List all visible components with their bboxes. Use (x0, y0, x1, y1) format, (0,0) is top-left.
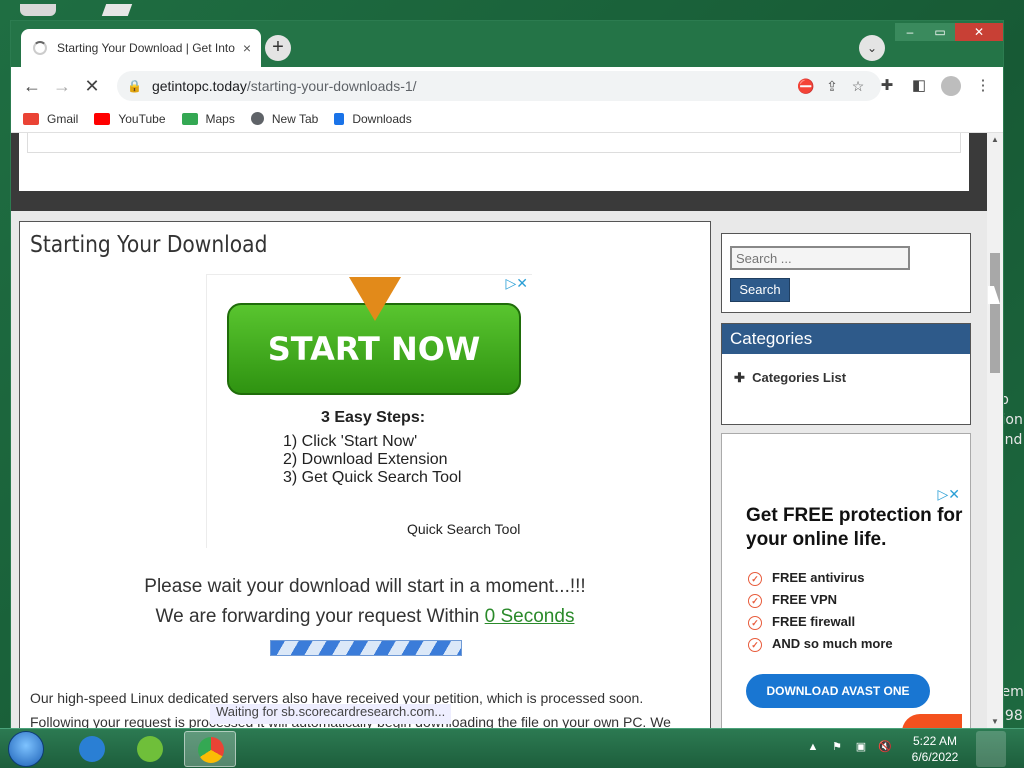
menu-icon[interactable]: ⋮ (967, 71, 999, 101)
step-item: 2) Download Extension (283, 451, 448, 468)
page-viewport: Starting Your Download ▷✕ START NOW 3 Ea… (11, 133, 987, 729)
taskbar-media-player[interactable] (124, 731, 176, 767)
check-icon: ✓ (748, 594, 762, 608)
ad-choices-icon[interactable]: ▷✕ (938, 486, 961, 503)
taskbar: ▲ ⚑ ▣ 🔇 5:22 AM 6/6/2022 (0, 728, 1024, 768)
show-hidden-icons-icon[interactable]: ▲ (804, 739, 822, 755)
page-scrollbar[interactable]: ▲ ▼ (987, 133, 1003, 729)
profile-avatar[interactable] (941, 76, 961, 96)
maximize-button[interactable]: ▭ (925, 23, 955, 41)
step-item: 3) Get Quick Search Tool (283, 469, 462, 486)
internet-explorer-icon (79, 736, 105, 762)
address-bar[interactable]: 🔒 getintopc.today/starting-your-download… (117, 71, 881, 101)
main-content: Starting Your Download ▷✕ START NOW 3 Ea… (19, 221, 711, 729)
minimize-button[interactable]: ‒ (895, 23, 925, 41)
maps-icon (181, 112, 198, 125)
back-button[interactable]: ← (17, 71, 47, 101)
stop-loading-button[interactable]: ✕ (77, 71, 107, 101)
steps-title: 3 Easy Steps: (321, 409, 426, 426)
status-bar: Waiting for sb.scorecardresearch.com... (210, 704, 452, 724)
tab-starting-download[interactable]: Starting Your Download | Get Into × (21, 29, 261, 67)
feature-item: ✓ FREE firewall (748, 614, 855, 630)
feature-item: ✓ FREE antivirus (748, 570, 864, 586)
side-panel-icon[interactable]: ◧ (903, 71, 935, 101)
scroll-up-arrow-icon[interactable]: ▲ (987, 133, 1003, 147)
network-icon[interactable]: ▣ (852, 739, 870, 755)
bookmark-gmail[interactable]: Gmail (23, 112, 78, 126)
taskbar-chrome[interactable] (184, 731, 236, 767)
page-title: Starting Your Download (30, 232, 268, 258)
header-inner (27, 133, 961, 153)
bookmark-youtube[interactable]: YouTube (94, 112, 166, 126)
categories-list-toggle[interactable]: ✚ Categories List (734, 370, 846, 386)
url-text[interactable]: getintopc.today/starting-your-downloads-… (152, 78, 793, 94)
feature-item: ✓ AND so much more (748, 636, 893, 652)
tab-search-button[interactable]: ⌄ (859, 35, 885, 61)
browser-toolbar: ← → ✕ 🔒 getintopc.today/starting-your-do… (11, 67, 1003, 105)
download-icon (334, 112, 345, 125)
check-icon: ✓ (748, 616, 762, 630)
forward-button[interactable]: → (47, 71, 77, 101)
scroll-down-arrow-icon[interactable]: ▼ (987, 715, 1003, 729)
action-center-icon[interactable]: ⚑ (828, 739, 846, 755)
download-progress-bar (270, 640, 462, 656)
chrome-icon (198, 737, 224, 763)
bookmark-new-tab[interactable]: New Tab (250, 112, 318, 126)
close-window-button[interactable]: ✕ (955, 23, 1003, 41)
globe-icon (250, 112, 264, 125)
system-tray: ▲ ⚑ ▣ 🔇 (804, 739, 900, 755)
check-icon: ✓ (748, 638, 762, 652)
bookmark-maps[interactable]: Maps (181, 112, 235, 126)
toolbar-actions: ✚ ◧ ⋮ (871, 71, 999, 101)
youtube-icon (94, 112, 111, 125)
categories-widget: Categories ✚ Categories List (721, 323, 971, 425)
ad-footer-text: Quick Search Tool (407, 521, 521, 537)
scroll-thumb[interactable] (990, 253, 1000, 373)
new-tab-button[interactable]: + (265, 35, 291, 61)
categories-heading: Categories (722, 324, 970, 354)
share-icon[interactable]: ⇪ (819, 78, 845, 95)
feature-item: ✓ FREE VPN (748, 592, 837, 608)
lock-icon[interactable]: 🔒 (127, 79, 142, 93)
volume-muted-icon[interactable]: 🔇 (876, 739, 894, 755)
close-tab-icon[interactable]: × (243, 40, 251, 56)
tab-title: Starting Your Download | Get Into (57, 41, 235, 55)
desktop-shortcut-icon[interactable] (101, 4, 133, 16)
taskbar-internet-explorer[interactable] (66, 731, 118, 767)
search-widget: Search (721, 233, 971, 313)
browser-titlebar: Starting Your Download | Get Into × + ⌄ … (11, 21, 1003, 67)
mouse-cursor-icon (988, 286, 1000, 304)
arrow-down-icon (349, 277, 401, 321)
recycle-bin-icon[interactable] (20, 4, 56, 16)
extensions-icon[interactable]: ✚ (871, 71, 903, 101)
header-box (19, 133, 969, 191)
browser-window: Starting Your Download | Get Into × + ⌄ … (10, 20, 1004, 729)
countdown-link[interactable]: 0 Seconds (485, 606, 575, 627)
check-icon: ✓ (748, 572, 762, 586)
ad-choices-icon[interactable]: ▷✕ (506, 275, 529, 292)
start-button[interactable] (8, 731, 44, 767)
blocked-content-icon[interactable]: ⛔ (793, 78, 819, 95)
bookmark-downloads[interactable]: Downloads (334, 112, 412, 126)
ad-headline: Get FREE protection for your online life… (746, 505, 963, 550)
step-item: 1) Click 'Start Now' (283, 433, 418, 450)
avast-ad[interactable]: ▷✕ Get FREE protection for your online l… (721, 433, 971, 729)
gmail-icon (23, 112, 39, 125)
search-button[interactable]: Search (730, 278, 790, 302)
show-desktop-button[interactable] (976, 731, 1006, 767)
bookmarks-bar: Gmail YouTube Maps New Tab Downloads (11, 105, 1003, 133)
search-input[interactable] (730, 246, 910, 270)
media-player-icon (137, 736, 163, 762)
taskbar-clock[interactable]: 5:22 AM 6/6/2022 (904, 733, 966, 765)
loading-spinner-icon (33, 41, 47, 55)
wait-message: Please wait your download will start in … (144, 576, 586, 597)
bookmark-star-icon[interactable]: ☆ (845, 78, 871, 95)
forwarding-message: We are forwarding your request Within 0 … (155, 606, 575, 627)
download-avast-button[interactable]: DOWNLOAD AVAST ONE (746, 674, 930, 708)
start-now-ad[interactable]: ▷✕ START NOW 3 Easy Steps: 1) Click 'Sta… (206, 274, 532, 548)
ad-decoration (902, 714, 962, 729)
